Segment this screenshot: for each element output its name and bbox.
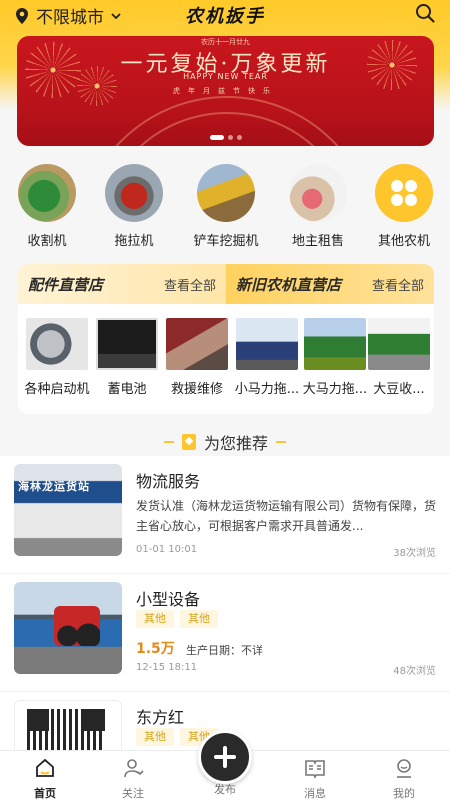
chevron-down-icon: [111, 12, 121, 19]
thumbnail-sign: 海林龙运货站: [18, 480, 90, 493]
listing-title: 小型设备: [136, 590, 201, 609]
product-large-tractor[interactable]: 大马力拖...: [300, 318, 370, 397]
category-excavator[interactable]: 铲车挖掘机: [186, 164, 266, 249]
listing-tag: 其他: [136, 610, 174, 628]
excavator-icon: [197, 164, 255, 222]
nav-label: 关注: [122, 787, 144, 800]
listing-title: 东方红: [136, 708, 185, 727]
category-label: 其他农机: [377, 234, 430, 249]
used-store-header: 新旧农机直营店 查看全部: [226, 264, 434, 304]
product-label: 各种启动机: [24, 382, 90, 397]
bookmark-icon: [181, 434, 196, 450]
list-item[interactable]: 海林龙运货站 物流服务 发货认准（海林龙运货物运输有限公司）货物有保障，货主省心…: [0, 456, 450, 574]
divider: [163, 441, 174, 443]
product-image: [96, 318, 158, 370]
product-row: 各种启动机 蓄电池 救援维修 小马力拖... 大马力拖... 大豆收...: [18, 318, 434, 408]
product-label: 大豆收...: [373, 382, 425, 397]
product-image: [166, 318, 228, 370]
top-bar: 不限城市 农机扳手: [0, 0, 450, 30]
product-label: 救援维修: [170, 382, 223, 397]
store-panel: 配件直营店 查看全部 新旧农机直营店 查看全部 各种启动机 蓄电池 救援维修 小…: [18, 264, 434, 414]
pager-dot[interactable]: [227, 135, 233, 140]
profile-icon: [397, 759, 411, 778]
parts-view-all-link[interactable]: 查看全部: [164, 275, 216, 294]
listing-time: 01-01 10:01: [136, 544, 198, 555]
category-landlord[interactable]: 地主租售: [278, 164, 358, 249]
product-label: 蓄电池: [107, 382, 147, 397]
parts-store-header: 配件直营店 查看全部: [18, 264, 226, 304]
harvester-icon: [18, 164, 76, 222]
used-store-title: 新旧农机直营店: [236, 275, 342, 294]
product-soybean-harvester[interactable]: 大豆收...: [364, 318, 434, 397]
listing-production-date: 生产日期：不详: [186, 644, 263, 657]
promo-banner[interactable]: 农历十一月廿九 一元复始·万象更新 HAPPY NEW TEAR 虎年月兹节快乐: [17, 36, 434, 146]
banner-pager: [17, 135, 434, 140]
product-image: [236, 318, 298, 370]
category-label: 地主租售: [291, 234, 344, 249]
category-tractor[interactable]: 拖拉机: [94, 164, 174, 249]
nav-home[interactable]: 首页: [15, 757, 75, 800]
listing-views: 48次浏览: [393, 666, 436, 677]
app-logo: 农机扳手: [185, 6, 265, 27]
nav-label: 我的: [393, 787, 415, 800]
product-image: [368, 318, 430, 370]
product-label: 大马力拖...: [302, 382, 368, 397]
parts-store-title: 配件直营店: [28, 275, 104, 294]
category-harvester[interactable]: 收割机: [7, 164, 87, 249]
home-icon: [36, 758, 54, 777]
divider: [276, 441, 286, 443]
nav-label: 消息: [304, 787, 326, 800]
location-label: 不限城市: [36, 8, 104, 28]
listing-time: 12-15 18:11: [136, 662, 198, 673]
nav-follow[interactable]: 关注: [103, 757, 163, 800]
product-repair[interactable]: 救援维修: [162, 318, 232, 397]
plus-icon: [214, 746, 236, 768]
listing-tags: 其他 其他: [136, 610, 218, 628]
pager-dot[interactable]: [236, 135, 242, 140]
product-image: [26, 318, 88, 370]
location-pin-icon: [16, 7, 28, 24]
recommend-header: 为您推荐: [0, 430, 450, 454]
product-starter[interactable]: 各种启动机: [22, 318, 92, 397]
listing-feed: 海林龙运货站 物流服务 发货认准（海林龙运货物运输有限公司）货物有保障，货主省心…: [0, 456, 450, 792]
banner-subtitle: HAPPY NEW TEAR: [183, 72, 268, 81]
used-view-all-link[interactable]: 查看全部: [372, 275, 424, 294]
tractor-icon: [105, 164, 163, 222]
listing-tag: 其他: [180, 610, 218, 628]
tractor-image: [54, 606, 100, 646]
nav-mine[interactable]: 我的: [374, 757, 434, 800]
location-selector[interactable]: 不限城市: [14, 3, 122, 28]
category-label: 收割机: [27, 234, 67, 249]
listing-views: 38次浏览: [393, 548, 436, 559]
recommend-title: 为您推荐: [203, 434, 268, 453]
category-row: 收割机 拖拉机 铲车挖掘机 地主租售 其他农机: [0, 164, 450, 249]
category-label: 铲车挖掘机: [193, 234, 259, 249]
category-other[interactable]: 其他农机: [364, 164, 444, 249]
listing-thumbnail: 海林龙运货站: [14, 464, 122, 556]
product-small-tractor[interactable]: 小马力拖...: [232, 318, 302, 397]
banner-subtitle-2: 虎年月兹节快乐: [173, 87, 278, 95]
product-label: 小马力拖...: [234, 382, 300, 397]
listing-tag: 其他: [136, 728, 174, 746]
category-label: 拖拉机: [114, 234, 154, 249]
listing-description: 发货认准（海林龙运货物运输有限公司）货物有保障，货主省心放心，可根据客户需求开具…: [136, 499, 437, 533]
landlord-icon: [289, 164, 347, 222]
pager-dot-active[interactable]: [209, 135, 224, 140]
more-icon: [375, 164, 433, 222]
product-image: [304, 318, 366, 370]
listing-thumbnail: [14, 582, 122, 674]
nav-label: 首页: [34, 787, 56, 800]
listing-title: 物流服务: [136, 472, 201, 491]
message-book-icon: [305, 760, 325, 779]
publish-button[interactable]: [198, 730, 252, 784]
list-item[interactable]: 小型设备 其他 其他 1.5万 生产日期：不详 12-15 18:11 48次浏…: [0, 574, 450, 692]
user-icon: [124, 759, 144, 778]
product-battery[interactable]: 蓄电池: [92, 318, 162, 397]
search-icon[interactable]: [414, 2, 436, 24]
listing-price: 1.5万: [136, 641, 175, 657]
nav-messages[interactable]: 消息: [285, 757, 345, 800]
